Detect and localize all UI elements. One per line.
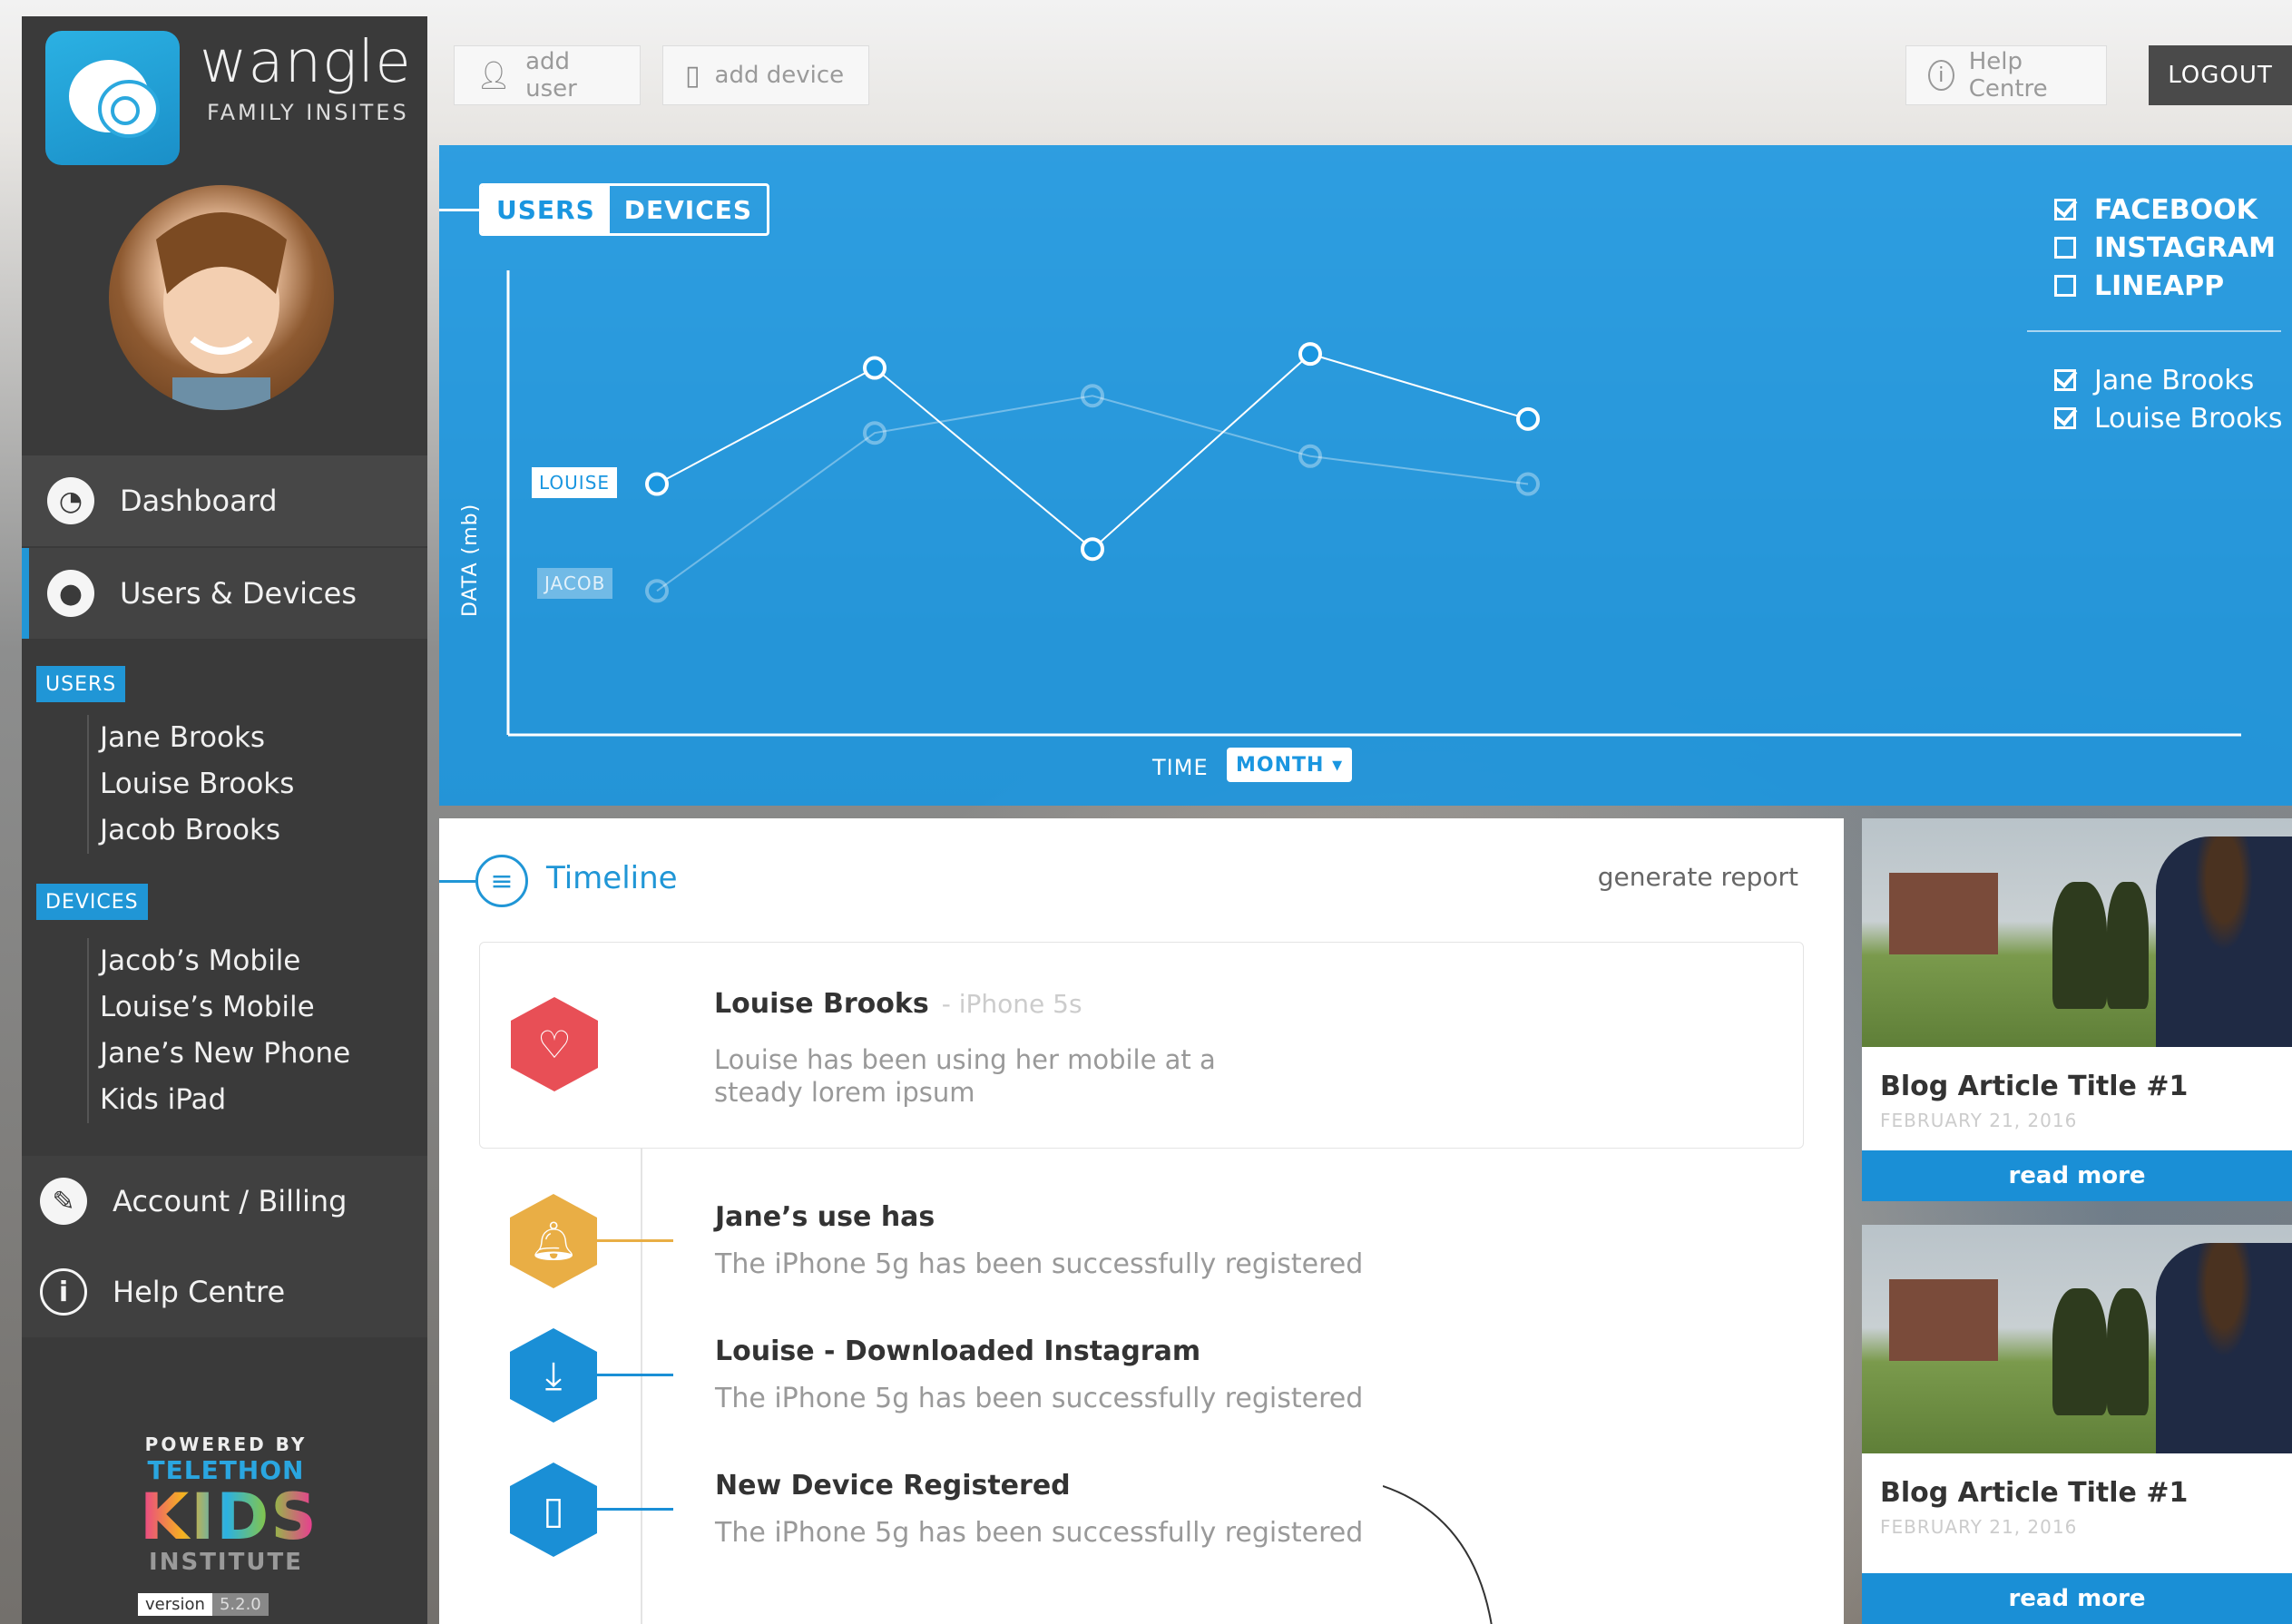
filter-jane[interactable]: Jane Brooks (2054, 361, 2282, 399)
info-icon: i (40, 1268, 87, 1316)
read-more-button[interactable]: read more (1862, 1573, 2292, 1624)
event-text: steady lorem ipsum (714, 1077, 975, 1108)
info-icon: i (1928, 60, 1954, 91)
nav-dashboard[interactable]: ◔ Dashboard (22, 455, 427, 546)
data-point-louise[interactable] (863, 356, 886, 380)
brand-name: wangle (200, 29, 412, 96)
blog-title: Blog Article Title #1 (1880, 1477, 2189, 1509)
chart-filters: FACEBOOK INSTAGRAM LINEAPP Jane Brooks L… (2027, 191, 2282, 437)
event-text: The iPhone 5g has been successfully regi… (715, 1517, 1364, 1549)
download-icon: ⤓ (510, 1328, 597, 1423)
series-line-louise (656, 353, 1529, 551)
add-user-button[interactable]: 👤︎ add user (454, 45, 641, 105)
blog-image (1862, 1225, 2292, 1453)
connector-line (439, 880, 475, 883)
blog-image (1862, 818, 2292, 1047)
timeline-title: Timeline (546, 860, 678, 896)
event-title: New Device Registered (715, 1470, 1071, 1502)
data-point-louise[interactable] (1081, 537, 1104, 562)
read-more-button[interactable]: read more (1862, 1150, 2292, 1201)
users-section-label: USERS (36, 666, 126, 702)
logout-button[interactable]: LOGOUT (2149, 45, 2292, 105)
devices-list: Jacob’s Mobile Louise’s Mobile Jane’s Ne… (87, 938, 350, 1123)
devices-section-label: DEVICES (36, 884, 148, 920)
filter-facebook[interactable]: FACEBOOK (2054, 191, 2282, 229)
checkbox-icon (2054, 369, 2076, 391)
device-item[interactable]: Louise’s Mobile (100, 984, 350, 1031)
blog-date: FEBRUARY 21, 2016 (1880, 1110, 2078, 1131)
data-point-louise[interactable] (1516, 406, 1540, 431)
users-list: Jane Brooks Louise Brooks Jacob Brooks (87, 715, 294, 854)
sidebar: wangle FAMILY INSITES ◔ Dashboard ● User… (22, 16, 427, 1624)
nav-dashboard-label: Dashboard (120, 484, 278, 518)
avatar (109, 185, 334, 410)
line-chart (506, 270, 2241, 737)
user-item[interactable]: Louise Brooks (100, 761, 294, 807)
checkbox-icon (2054, 407, 2076, 429)
series-tag-louise: LOUISE (532, 467, 618, 498)
event-text: Louise has been using her mobile at a (714, 1044, 1216, 1075)
device-item[interactable]: Jacob’s Mobile (100, 938, 350, 984)
filter-instagram[interactable]: INSTAGRAM (2054, 229, 2282, 267)
data-point-louise[interactable] (1298, 342, 1322, 367)
device-item[interactable]: Jane’s New Phone (100, 1031, 350, 1077)
generate-report-link[interactable]: generate report (1598, 862, 1798, 892)
list-icon: ≡ (475, 855, 528, 907)
wangle-logo (45, 31, 180, 165)
event-device: - iPhone 5s (941, 989, 1082, 1019)
user-circle-icon: ● (47, 570, 94, 617)
y-axis-label: DATA (mb) (459, 503, 482, 617)
phone-outline-icon: ▯ (685, 59, 700, 92)
add-device-button[interactable]: ▯ add device (662, 45, 869, 105)
timeline-panel: ≡ Timeline generate report ♡ Louise Broo… (439, 818, 1844, 1624)
wrench-icon: ✎ (40, 1178, 87, 1225)
event-text: The iPhone 5g has been successfully regi… (715, 1383, 1364, 1414)
series-tag-jacob: JACOB (537, 568, 613, 599)
phone-icon: ▯ (510, 1463, 597, 1557)
user-item[interactable]: Jacob Brooks (100, 807, 294, 854)
x-axis-label: TIME (1152, 755, 1209, 780)
filter-divider (2027, 330, 2281, 332)
nav-account-billing[interactable]: ✎ Account / Billing (22, 1156, 427, 1247)
event-text: The iPhone 5g has been successfully regi… (715, 1248, 1364, 1280)
bell-icon: 🔔︎ (510, 1194, 597, 1288)
blog-date: FEBRUARY 21, 2016 (1880, 1516, 2078, 1538)
checkbox-icon (2054, 199, 2076, 220)
data-point-jacob[interactable] (645, 579, 669, 603)
nav-account-label: Account / Billing (113, 1184, 348, 1218)
device-item[interactable]: Kids iPad (100, 1077, 350, 1123)
series-line-jacob (656, 395, 1529, 592)
usage-chart-panel: USERS DEVICES DATA (mb) LOUISE JACOB FAC… (439, 145, 2292, 806)
nav-users-devices[interactable]: ● Users & Devices (22, 548, 427, 639)
filter-lineapp[interactable]: LINEAPP (2054, 267, 2282, 305)
blog-card: Blog Article Title #1 FEBRUARY 21, 2016 … (1862, 818, 2292, 1201)
blog-title: Blog Article Title #1 (1880, 1071, 2189, 1102)
event-title: Jane’s use has (715, 1201, 935, 1233)
event-title: Louise Brooks (714, 988, 929, 1020)
user-item[interactable]: Jane Brooks (100, 715, 294, 761)
brand-tagline: FAMILY INSITES (207, 100, 409, 125)
blog-card: Blog Article Title #1 FEBRUARY 21, 2016 … (1862, 1225, 2292, 1624)
checkbox-icon (2054, 275, 2076, 297)
period-dropdown[interactable]: MONTH ▾ (1227, 748, 1353, 782)
timeline-event-card[interactable]: ♡ Louise Brooks - iPhone 5s Louise has be… (479, 942, 1804, 1149)
powered-by-logo: POWERED BY TELETHON KIDS INSTITUTE (140, 1433, 318, 1576)
help-centre-button[interactable]: i Help Centre (1905, 45, 2107, 105)
checkbox-icon (2054, 237, 2076, 259)
nav-help-label: Help Centre (113, 1275, 286, 1309)
heart-icon: ♡ (511, 997, 598, 1091)
nav-users-devices-label: Users & Devices (120, 576, 358, 611)
timeline-line (641, 1149, 642, 1624)
version-badge: version 5.2.0 (138, 1593, 269, 1616)
filter-louise[interactable]: Louise Brooks (2054, 399, 2282, 437)
event-title: Louise - Downloaded Instagram (715, 1335, 1201, 1367)
nav-help-centre[interactable]: i Help Centre (22, 1247, 427, 1337)
speedometer-icon: ◔ (47, 477, 94, 524)
decorative-curve (1383, 1485, 1493, 1624)
data-point-louise[interactable] (645, 472, 669, 496)
user-icon: 👤︎ (476, 59, 512, 92)
